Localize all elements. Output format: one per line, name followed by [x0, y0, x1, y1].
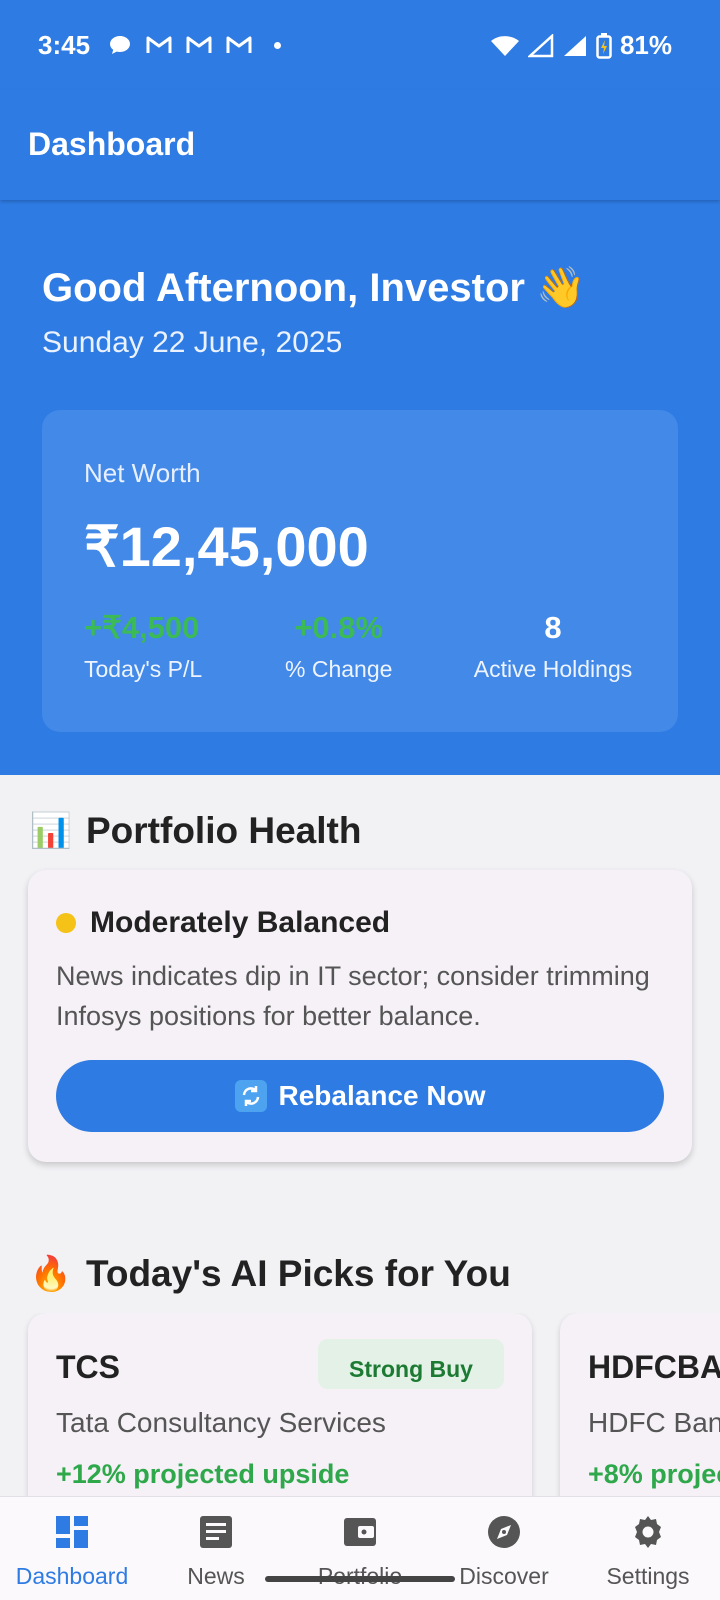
stat-label: Today's P/L — [84, 656, 203, 682]
gesture-navigation-handle[interactable] — [265, 1576, 455, 1582]
status-bar: 3:45 81% — [0, 0, 720, 90]
stat-active-holdings: 8 Active Holdings — [462, 610, 644, 683]
nav-item-news[interactable]: News — [144, 1497, 288, 1600]
stat-label: % Change — [285, 656, 393, 682]
section-title: Today's AI Picks for You — [86, 1253, 511, 1294]
ai-picks-carousel[interactable]: TCS Strong Buy Tata Consultancy Services… — [0, 1313, 720, 1503]
health-status: Moderately Balanced — [56, 906, 390, 940]
pick-upside: +12% projected upside — [56, 1459, 350, 1489]
bottom-navigation: Dashboard News Portfolio Discover Settin… — [0, 1496, 720, 1600]
rebalance-now-button[interactable]: Rebalance Now — [56, 1060, 664, 1132]
nav-item-dashboard[interactable]: Dashboard — [0, 1497, 144, 1600]
refresh-icon — [234, 1080, 267, 1112]
pick-ticker: TCS — [56, 1349, 120, 1385]
gmail-icon — [186, 36, 212, 53]
news-icon — [197, 1513, 235, 1551]
gmail-icon — [146, 36, 172, 53]
pick-ticker: HDFCBANK — [588, 1349, 720, 1385]
stat-today-pl: +₹4,500 Today's P/L — [84, 610, 202, 683]
ai-picks-heading: 🔥 Today's AI Picks for You — [30, 1253, 511, 1295]
net-worth-value: ₹12,45,000 — [84, 515, 369, 578]
greeting-header: Good Afternoon, Investor 👋 Sunday 22 Jun… — [0, 200, 720, 775]
stat-label: Active Holdings — [473, 656, 633, 682]
portfolio-health-heading: 📊 Portfolio Health — [29, 810, 362, 852]
pick-card-hdfcbank[interactable]: HDFCBANK HDFC Bank +8% projected upside — [560, 1313, 720, 1503]
more-notifications-dot — [274, 41, 281, 49]
stat-value: +₹4,500 — [84, 610, 200, 645]
chat-notification-icon — [110, 36, 130, 54]
health-description: News indicates dip in IT sector; conside… — [56, 961, 650, 1031]
chart-emoji-icon: 📊 — [29, 812, 73, 850]
rebalance-button-label: Rebalance Now — [278, 1080, 486, 1111]
portfolio-health-card: Moderately Balanced News indicates dip i… — [28, 870, 692, 1162]
net-worth-card[interactable]: Net Worth ₹12,45,000 +₹4,500 Today's P/L… — [42, 410, 678, 732]
status-time: 3:45 — [38, 30, 91, 60]
pick-company-name: Tata Consultancy Services — [56, 1407, 386, 1438]
app-bar: Dashboard — [0, 90, 720, 200]
pick-card-tcs[interactable]: TCS Strong Buy Tata Consultancy Services… — [28, 1313, 532, 1503]
pick-company-name: HDFC Bank — [588, 1407, 720, 1438]
wifi-icon — [490, 35, 519, 56]
compass-icon — [485, 1513, 523, 1551]
stat-value: +0.8% — [294, 610, 384, 645]
nav-item-portfolio[interactable]: Portfolio — [288, 1497, 432, 1600]
current-date: Sunday 22 June, 2025 — [42, 326, 343, 359]
battery-percent: 81% — [619, 30, 672, 60]
fire-emoji-icon: 🔥 — [29, 1255, 73, 1293]
stat-percent-change: +0.8% % Change — [285, 610, 392, 683]
recommendation-badge: Strong Buy — [318, 1339, 504, 1389]
nav-label: Settings — [606, 1563, 690, 1589]
signal-icon — [527, 33, 554, 57]
net-worth-label: Net Worth — [84, 458, 201, 488]
notification-icons — [108, 33, 281, 57]
stat-value: 8 — [544, 610, 562, 645]
nav-item-settings[interactable]: Settings — [576, 1497, 720, 1600]
greeting-text: Good Afternoon, Investor 👋 — [42, 266, 586, 310]
pick-upside: +8% projected upside — [588, 1459, 720, 1489]
nav-label: Discover — [459, 1563, 549, 1589]
nav-label: News — [187, 1563, 245, 1589]
nav-item-discover[interactable]: Discover — [432, 1497, 576, 1600]
gmail-icon — [226, 36, 252, 53]
page-title: Dashboard — [28, 126, 196, 162]
gear-icon — [629, 1513, 667, 1551]
system-icons: 81% — [490, 30, 672, 61]
battery-icon — [596, 32, 612, 59]
wallet-icon — [341, 1513, 379, 1551]
section-title: Portfolio Health — [86, 810, 362, 851]
signal-icon — [563, 35, 586, 56]
health-status-label: Moderately Balanced — [90, 906, 391, 939]
status-dot-icon — [56, 913, 76, 933]
dashboard-icon — [53, 1513, 91, 1551]
nav-label: Dashboard — [15, 1563, 129, 1589]
